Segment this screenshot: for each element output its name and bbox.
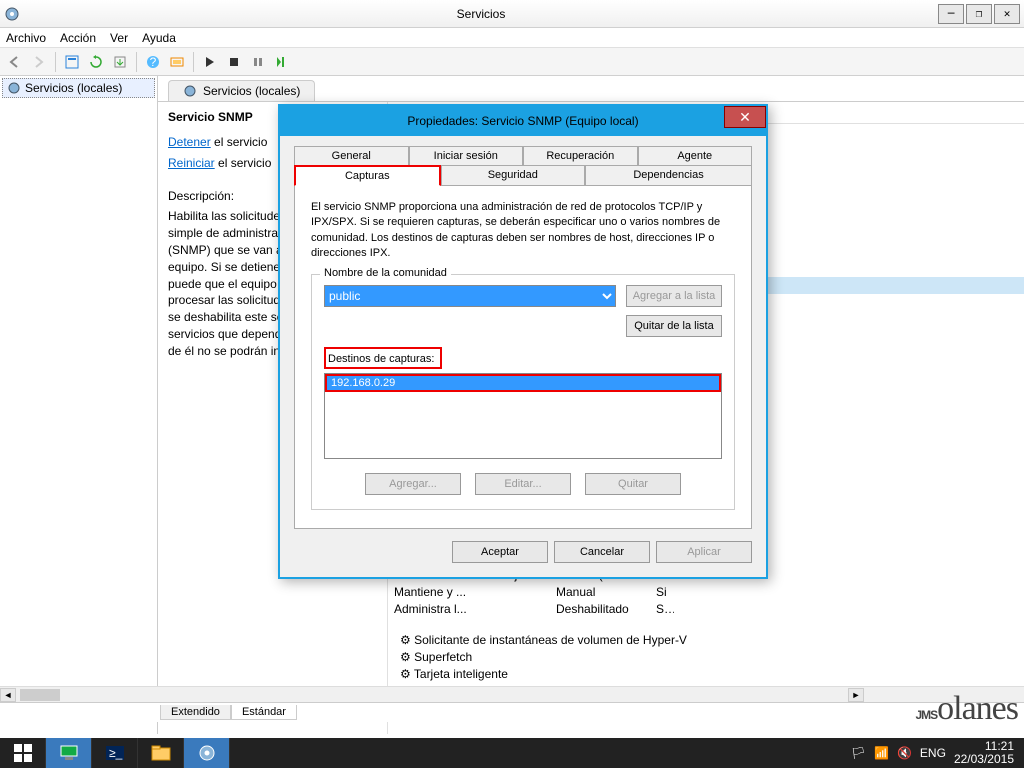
tray-network-icon[interactable]: 📶 (874, 746, 889, 760)
dialog-title: Propiedades: Servicio SNMP (Equipo local… (407, 114, 638, 128)
toolbar-help-icon[interactable]: ? (142, 51, 164, 73)
tray-lang[interactable]: ENG (920, 746, 946, 760)
taskbar-powershell[interactable]: ≥_ (92, 738, 138, 768)
start-button[interactable] (0, 738, 46, 768)
menu-ver[interactable]: Ver (110, 31, 128, 45)
menu-bar: Archivo Acción Ver Ayuda (0, 28, 1024, 48)
tree-node-label: Servicios (locales) (25, 81, 122, 95)
forward-button[interactable] (28, 51, 50, 73)
ok-button[interactable]: Aceptar (452, 541, 548, 563)
toolbar-btn-icon[interactable] (166, 51, 188, 73)
tab-recuperacion[interactable]: Recuperación (523, 146, 638, 166)
gear-icon: ⚙ (400, 650, 411, 664)
trap-destinations-listbox[interactable]: 192.168.0.29 (324, 373, 722, 459)
h-scrollbar[interactable]: ◄ ► (0, 686, 1024, 702)
list-item[interactable]: ⚙ Solicitante de instantáneas de volumen… (400, 632, 687, 649)
menu-ayuda[interactable]: Ayuda (142, 31, 176, 45)
tray-flag-icon[interactable]: 🏳 (851, 746, 866, 760)
maximize-button[interactable]: ❐ (966, 4, 992, 24)
taskbar-server-manager[interactable] (46, 738, 92, 768)
remove-trap-button[interactable]: Quitar (585, 473, 681, 495)
taskbar-explorer[interactable] (138, 738, 184, 768)
table-row[interactable]: Administra l...DeshabilitadoSe (388, 600, 1024, 617)
tab-agente[interactable]: Agente (638, 146, 753, 166)
taskbar: ≥_ 🏳 📶 🔇 ENG 11:21 22/03/2015 (0, 738, 1024, 768)
edit-trap-button[interactable]: Editar... (475, 473, 571, 495)
tree-node-services-local[interactable]: Servicios (locales) (2, 78, 155, 98)
tab-seguridad[interactable]: Seguridad (441, 165, 586, 186)
menu-archivo[interactable]: Archivo (6, 31, 46, 45)
window-title: Servicios (26, 7, 936, 21)
services-icon (4, 6, 20, 22)
traps-label: Destinos de capturas: (328, 353, 434, 365)
tray-sound-icon[interactable]: 🔇 (897, 746, 912, 760)
gear-icon: ⚙ (400, 667, 411, 681)
right-pane-header: Servicios (locales) (158, 76, 1024, 102)
toolbar: ? (0, 48, 1024, 76)
cancel-button[interactable]: Cancelar (554, 541, 650, 563)
table-row[interactable]: Mantiene y ...ManualSi (388, 583, 1024, 600)
add-trap-button[interactable]: Agregar... (365, 473, 461, 495)
toolbar-export-icon[interactable] (109, 51, 131, 73)
list-item[interactable]: ⚙ Tarjeta inteligente (400, 666, 687, 683)
properties-dialog: Propiedades: Servicio SNMP (Equipo local… (278, 104, 768, 579)
add-to-list-button[interactable]: Agregar a la lista (626, 285, 722, 307)
tab-general[interactable]: General (294, 146, 409, 166)
trap-destination-item[interactable]: 192.168.0.29 (325, 374, 721, 392)
gear-icon: ⚙ (400, 633, 411, 647)
stop-service-link[interactable]: Detener (168, 135, 211, 149)
tab-estandar[interactable]: Estándar (231, 705, 297, 720)
play-icon[interactable] (199, 51, 221, 73)
taskbar-services[interactable] (184, 738, 230, 768)
left-tree-pane: Servicios (locales) (0, 76, 158, 734)
tab-dependencias[interactable]: Dependencias (585, 165, 752, 186)
community-combo[interactable]: public (324, 285, 616, 307)
svg-text:?: ? (150, 55, 157, 69)
visible-service-rows: ⚙ Solicitante de instantáneas de volumen… (400, 632, 687, 683)
tab-info-text: El servicio SNMP proporciona una adminis… (311, 200, 735, 262)
restart-icon[interactable] (271, 51, 293, 73)
dialog-titlebar[interactable]: Propiedades: Servicio SNMP (Equipo local… (280, 106, 766, 136)
tab-capturas[interactable]: Capturas (294, 165, 441, 186)
minimize-button[interactable]: ─ (938, 4, 964, 24)
apply-button[interactable]: Aplicar (656, 541, 752, 563)
pause-icon[interactable] (247, 51, 269, 73)
menu-accion[interactable]: Acción (60, 31, 96, 45)
dialog-close-button[interactable]: ✕ (724, 106, 766, 128)
tray-clock[interactable]: 11:21 22/03/2015 (954, 740, 1014, 766)
back-button[interactable] (4, 51, 26, 73)
restart-service-link[interactable]: Reiniciar (168, 156, 215, 170)
window-titlebar: Servicios ─ ❐ ✕ (0, 0, 1024, 28)
tab-iniciar-sesion[interactable]: Iniciar sesión (409, 146, 524, 166)
list-item[interactable]: ⚙ Superfetch (400, 649, 687, 666)
toolbar-properties-icon[interactable] (61, 51, 83, 73)
remove-from-list-button[interactable]: Quitar de la lista (626, 315, 722, 337)
stop-icon[interactable] (223, 51, 245, 73)
svg-text:≥_: ≥_ (109, 746, 123, 760)
community-legend: Nombre de la comunidad (320, 267, 451, 279)
close-button[interactable]: ✕ (994, 4, 1020, 24)
toolbar-refresh-icon[interactable] (85, 51, 107, 73)
right-pane-tab[interactable]: Servicios (locales) (168, 80, 315, 101)
tab-extendido[interactable]: Extendido (160, 705, 231, 720)
